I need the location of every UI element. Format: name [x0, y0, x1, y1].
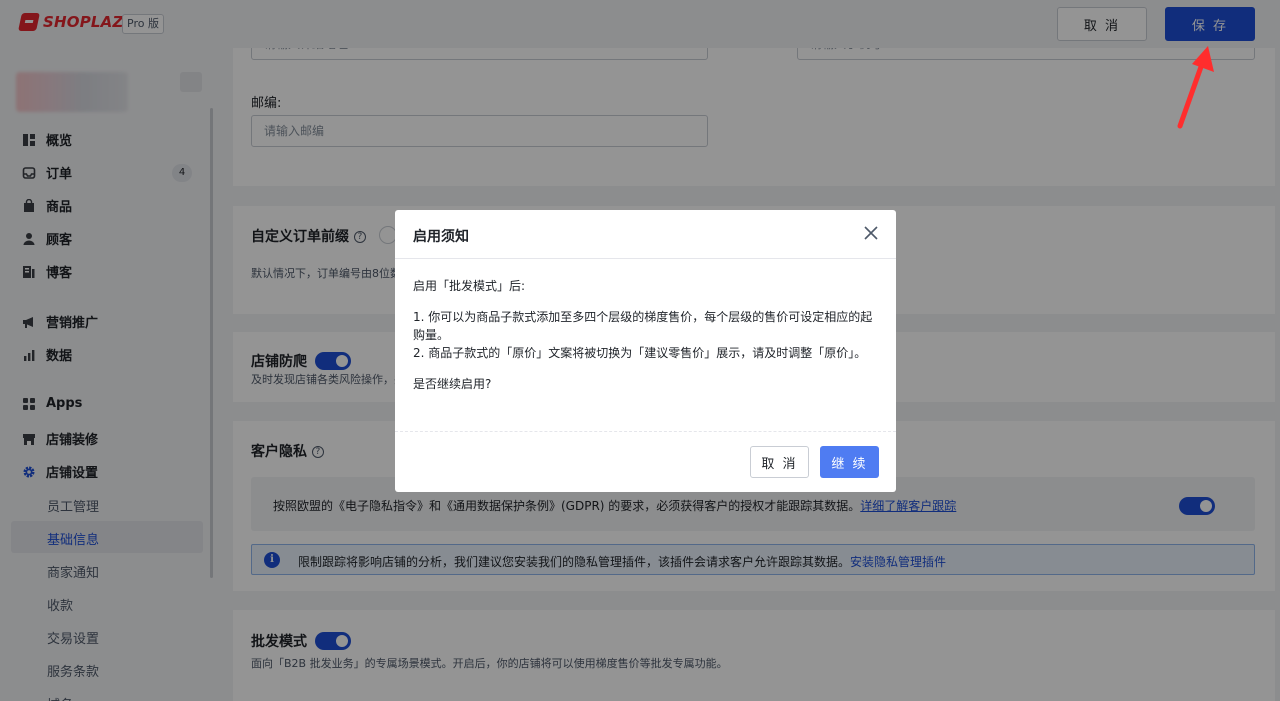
annotation-arrow-icon — [1177, 46, 1214, 129]
dialog-point-1: 1. 你可以为商品子款式添加至多四个层级的梯度售价，每个层级的售价可设定相应的起… — [413, 310, 873, 342]
dialog-continue-button[interactable]: 继 续 — [820, 446, 879, 478]
dialog-body: 启用「批发模式」后: 1. 你可以为商品子款式添加至多四个层级的梯度售价，每个层… — [413, 277, 883, 406]
dialog-header: 启用须知 — [395, 210, 896, 259]
dialog-cancel-button[interactable]: 取 消 — [750, 446, 809, 478]
dialog-footer: 取 消 继 续 — [395, 431, 896, 492]
dialog-point-2: 2. 商品子款式的「原价」文案将被切换为「建议零售价」展示，请及时调整「原价」。 — [413, 346, 867, 360]
dialog-intro: 启用「批发模式」后: — [413, 279, 526, 293]
dialog-title: 启用须知 — [413, 229, 469, 245]
dialog-question: 是否继续启用? — [413, 377, 492, 391]
enable-notice-dialog: 启用须知 启用「批发模式」后: 1. 你可以为商品子款式添加至多四个层级的梯度售… — [395, 210, 896, 492]
close-icon[interactable] — [861, 225, 881, 245]
